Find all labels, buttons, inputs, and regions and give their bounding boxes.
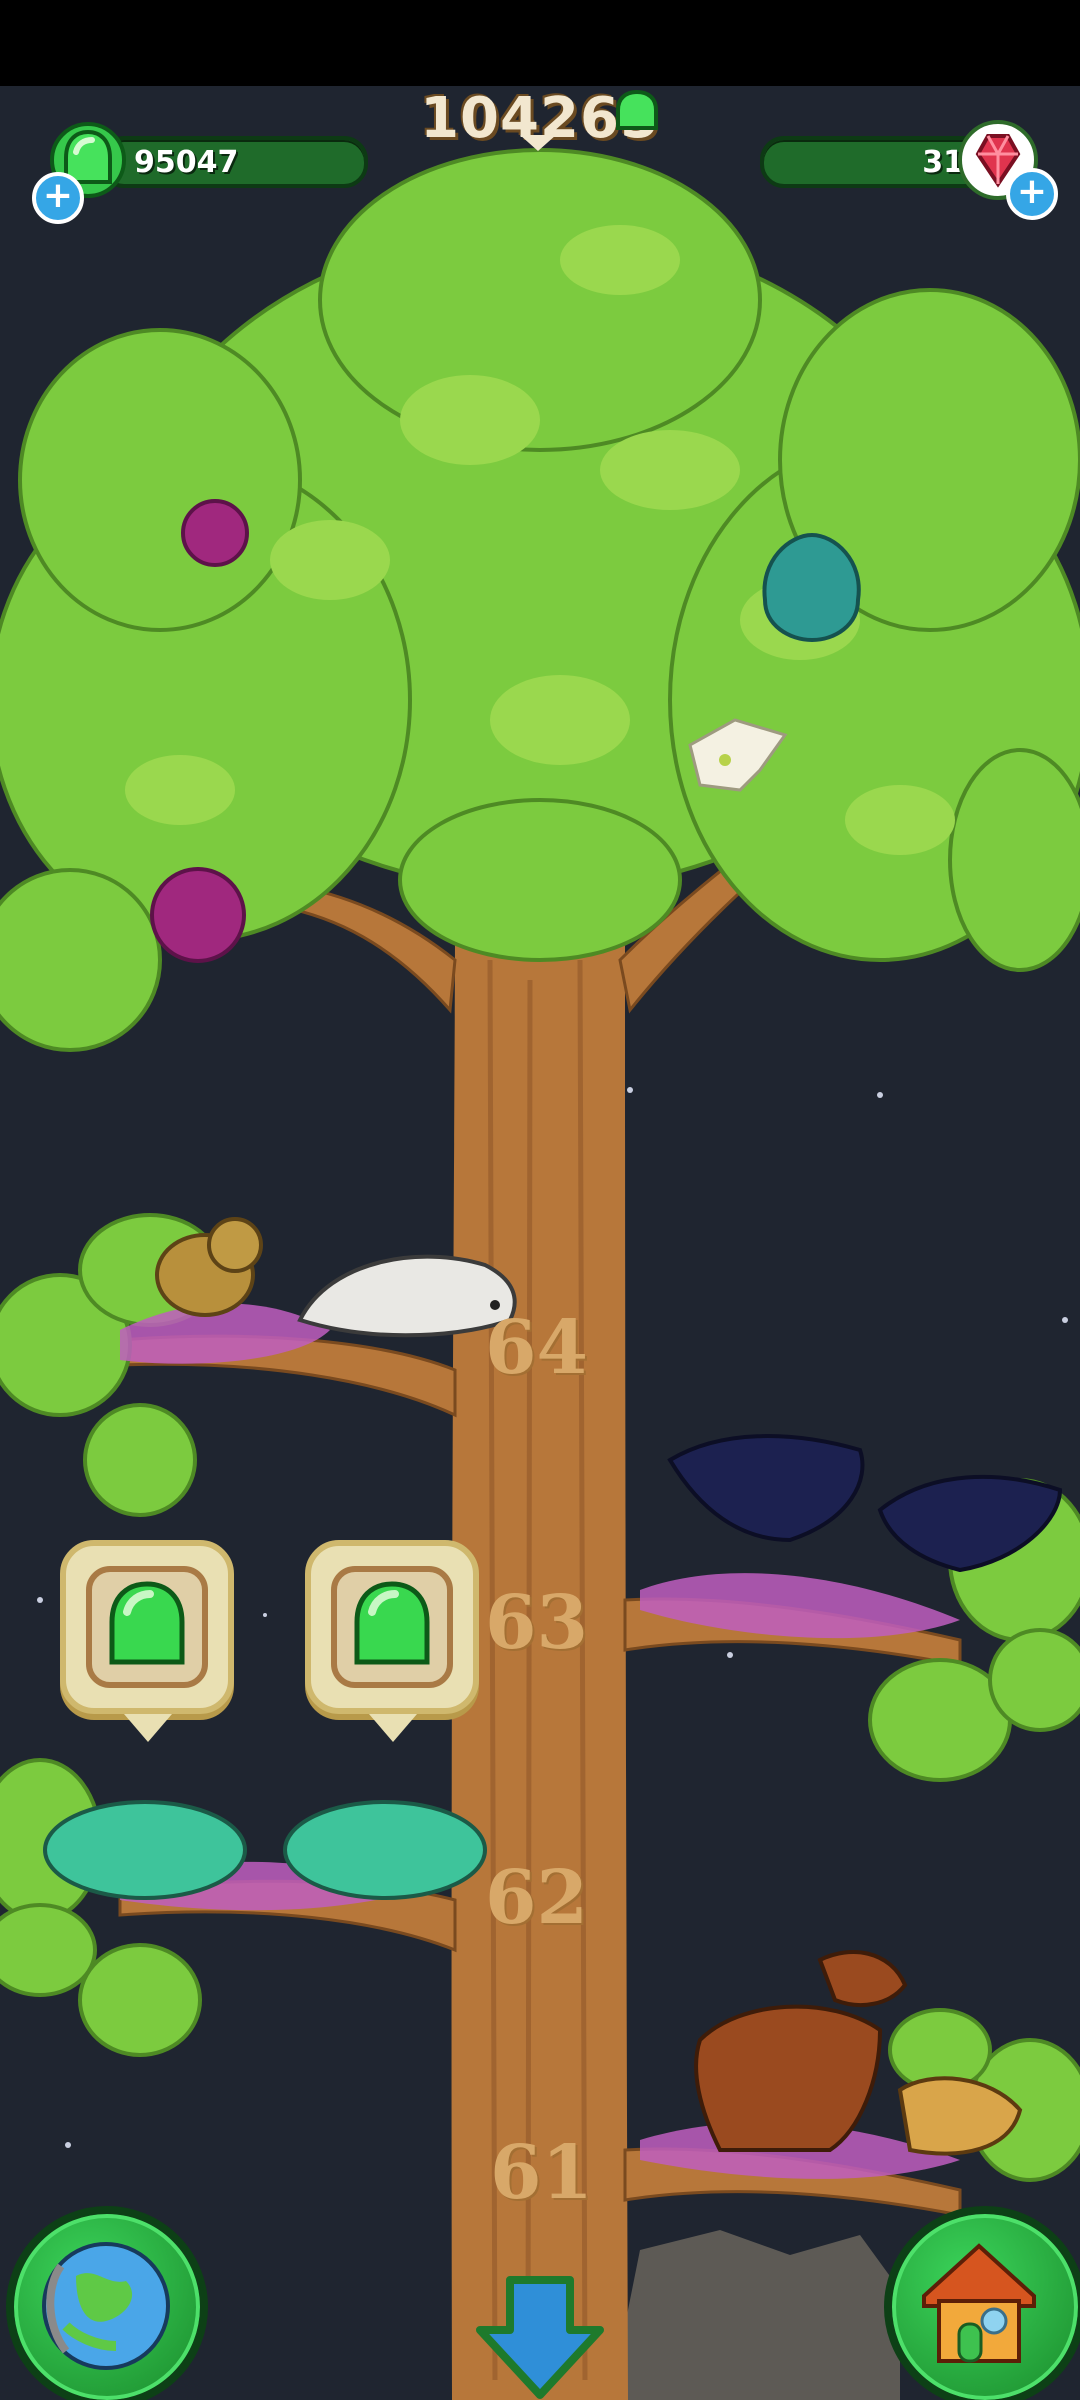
- status-bar: [0, 0, 1080, 86]
- level-label-61: 61: [490, 2130, 593, 2216]
- rock-hill: [610, 2230, 900, 2400]
- gem-reward-bubble-2[interactable]: [305, 1540, 479, 1742]
- score-pointer: [520, 135, 556, 151]
- horse-pet: [694, 1950, 908, 2152]
- seal-pet: [297, 1254, 517, 1338]
- down-arrow-icon: [476, 2276, 604, 2399]
- gem-count: 95047: [134, 144, 239, 180]
- gem-counter-bar: 95047: [100, 136, 368, 188]
- add-gems-button[interactable]: +: [32, 172, 84, 224]
- tree-scene: [0, 148, 1080, 2400]
- crow-pet: [667, 1434, 1063, 1573]
- level-label-62: 62: [485, 1855, 588, 1941]
- gem-reward-bubble-1[interactable]: [60, 1540, 234, 1742]
- house-icon: [922, 2243, 1036, 2363]
- game-screen: 64 63 62 61 95047 + 104265 31 +: [0, 0, 1080, 2400]
- add-rubies-button[interactable]: +: [1006, 168, 1058, 220]
- level-label-63: 63: [485, 1580, 588, 1666]
- purple-fruit-icon: [181, 499, 249, 567]
- home-button[interactable]: [884, 2206, 1080, 2400]
- green-gem-icon: [616, 89, 658, 130]
- globe-icon: [42, 2242, 170, 2370]
- scroll-down-button[interactable]: [470, 2270, 610, 2400]
- green-gem-icon: [354, 1581, 430, 1665]
- level-label-64: 64: [485, 1305, 588, 1391]
- green-gem-icon: [109, 1581, 185, 1665]
- purple-fruit-icon: [150, 867, 246, 963]
- teal-pod-icon: [762, 532, 861, 643]
- world-map-button[interactable]: [6, 2206, 208, 2400]
